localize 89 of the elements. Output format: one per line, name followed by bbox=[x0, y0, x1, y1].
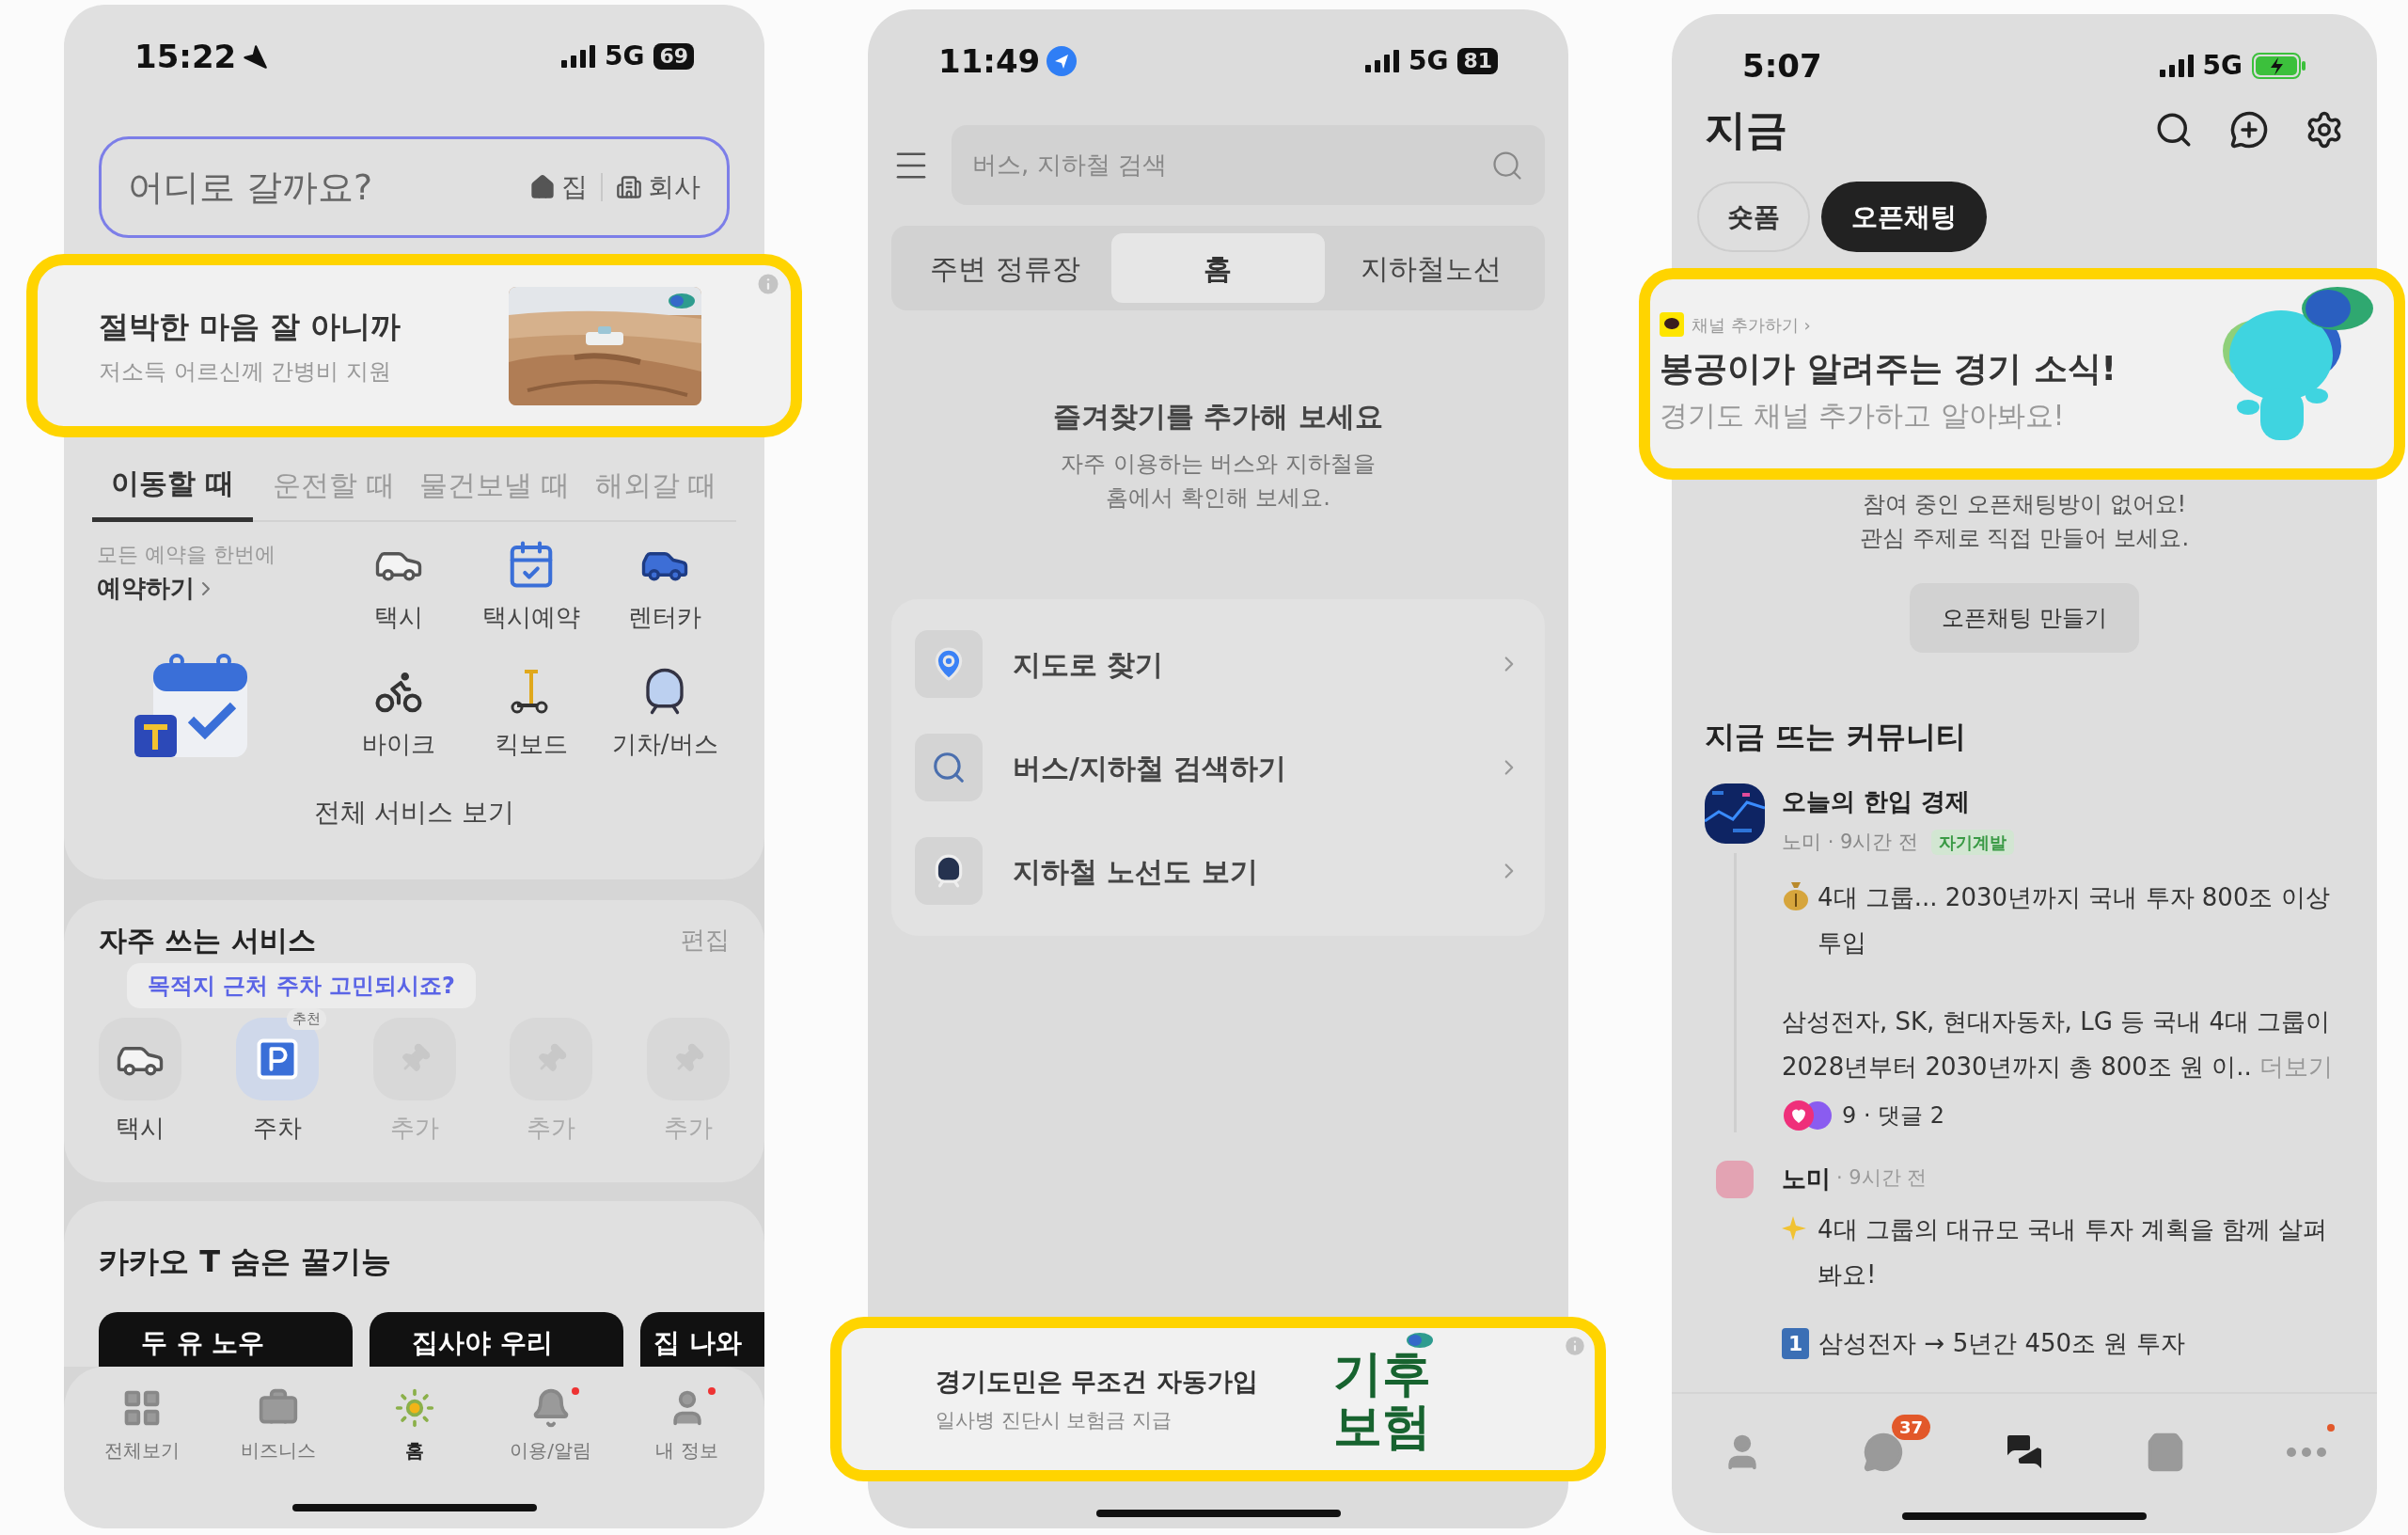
shortcut-button[interactable]: 집 bbox=[529, 167, 588, 207]
service-item[interactable]: 바이크 bbox=[332, 666, 465, 767]
menu-item[interactable]: 지하철 노선도 보기 bbox=[915, 829, 1521, 913]
tooltip: 목적지 근처 주차 고민되시죠? bbox=[127, 963, 476, 1008]
ad-banner[interactable]: 채널 추가하기 › 봉공이가 알려주는 경기 소식! 경기도 채널 추가하고 알아봐요! bbox=[1639, 268, 2405, 480]
signal-icon bbox=[1364, 50, 1399, 72]
magnifier-icon bbox=[931, 750, 967, 785]
sun-icon bbox=[393, 1387, 435, 1429]
ad-title: 봉공이가 알려주는 경기 소식! bbox=[1660, 347, 2117, 389]
post-headline: 4대 그룹... 2030년까지 국내 투자 800조 이상 투입 bbox=[1818, 881, 2331, 958]
ad-banner[interactable]: 경기도민은 무조건 자동가입 일사병 진단시 보험금 지급 기후 보험 bbox=[830, 1317, 1606, 1481]
reply-author: 노미 bbox=[1782, 1163, 1831, 1195]
ad-graphic-text: 기후 보험 bbox=[1332, 1346, 1431, 1452]
ad-badge-icon bbox=[2300, 285, 2375, 332]
all-services-link[interactable]: 전체 서비스 보기 bbox=[313, 793, 515, 832]
network-label: 5G bbox=[1408, 44, 1449, 78]
section-title: 자주 쓰는 서비스 bbox=[99, 923, 316, 958]
signal-icon bbox=[560, 45, 595, 68]
post-meta: 노미 · 9시간 전 bbox=[1782, 830, 1919, 855]
recommend-badge: 추천 bbox=[286, 1008, 326, 1030]
reply-line: 삼성전자 → 5년간 450조 원 투자 bbox=[1818, 1327, 2185, 1359]
battery-indicator: 69 bbox=[653, 43, 694, 70]
ad-badge-icon bbox=[668, 292, 696, 309]
signal-icon bbox=[2159, 55, 2194, 77]
ad-banner[interactable]: 절박한 마음 잘 아니까 저소득 어르신께 간병비 지원 bbox=[26, 254, 802, 437]
menu-item[interactable]: 버스/지하철 검색하기 bbox=[915, 725, 1521, 810]
reply-avatar bbox=[1716, 1160, 1754, 1198]
status-time: 11:49 bbox=[938, 40, 1041, 82]
section-title: 지금 뜨는 커뮤니티 bbox=[1705, 718, 1968, 756]
building-icon bbox=[616, 174, 642, 200]
create-open-chat-button[interactable]: 오픈채팅 만들기 bbox=[1910, 583, 2139, 653]
location-icon bbox=[242, 43, 269, 70]
ad-badge-icon bbox=[1406, 1332, 1434, 1349]
empty-description: 자주 이용하는 버스와 지하철을 홈에서 확인해 보세요. bbox=[1060, 450, 1377, 513]
search-field[interactable]: 어디로 갈까요? 집 회사 bbox=[99, 136, 730, 238]
service-item[interactable]: 기차/버스 bbox=[598, 666, 732, 767]
reaction-count: 9 · 댓글 2 bbox=[1842, 1100, 1945, 1131]
ad-subtitle: 저소득 어르신께 간병비 지원 bbox=[99, 356, 392, 387]
reply-time: · 9시간 전 bbox=[1836, 1165, 1928, 1192]
category-tab[interactable]: 이동할 때 bbox=[92, 449, 254, 522]
reactions-icon bbox=[1782, 1099, 1834, 1131]
tip-card[interactable]: 두 유 노우 bbox=[99, 1312, 353, 1367]
battery-indicator: 81 bbox=[1457, 48, 1498, 74]
tip-card[interactable]: 집 나와 bbox=[640, 1312, 764, 1367]
ad-subtitle: 경기도 채널 추가하고 알아봐요! bbox=[1660, 397, 2066, 434]
service-item[interactable]: 킥보드 bbox=[464, 666, 599, 767]
tab-bar-item[interactable]: 37 bbox=[1836, 1415, 1930, 1490]
empty-description: 참여 중인 오픈채팅방이 없어요! 관심 주제로 직접 만들어 보세요. bbox=[1858, 490, 2191, 553]
ad-title: 경기도민은 무조건 자동가입 bbox=[936, 1365, 1258, 1398]
new-chat-icon[interactable] bbox=[2229, 110, 2269, 150]
ad-title: 절박한 마음 잘 아니까 bbox=[99, 307, 401, 346]
post-body: 삼성전자, SK, 현대자동차, LG 등 국내 4대 그룹이 2028년부터 2030년까지 총 800조 원 이.. 더보기 bbox=[1782, 1005, 2335, 1083]
reserve-link[interactable]: 예약하기 bbox=[97, 570, 217, 607]
home-icon bbox=[529, 174, 556, 200]
network-label: 5G bbox=[2202, 49, 2243, 83]
chat-logo-icon bbox=[1660, 312, 1684, 337]
filter-chip[interactable]: 오픈채팅 bbox=[1821, 182, 1987, 252]
segment-tab[interactable]: 홈 bbox=[1111, 233, 1325, 303]
search-placeholder: 어디로 갈까요? bbox=[128, 165, 373, 210]
chat-bubble-icon bbox=[1863, 1432, 1904, 1473]
money-bag-icon bbox=[1782, 879, 1810, 910]
more-icon bbox=[2286, 1447, 2327, 1458]
section-title: 카카오 T 숨은 꿀기능 bbox=[99, 1242, 393, 1281]
community-name: 오늘의 한입 경제 bbox=[1782, 786, 1972, 817]
search-placeholder: 버스, 지하철 검색 bbox=[972, 150, 1167, 181]
channel-link: 채널 추가하기 › bbox=[1692, 313, 1811, 337]
tab-bar-item[interactable]: 홈 bbox=[357, 1387, 471, 1464]
segment-tab[interactable]: 지하철노선 bbox=[1324, 233, 1537, 303]
network-label: 5G bbox=[604, 40, 645, 73]
reply-text: 4대 그룹의 대규모 국내 투자 계획을 함께 살펴봐요! bbox=[1818, 1213, 2329, 1290]
page-title: 지금 bbox=[1705, 104, 1787, 155]
reserve-caption: 모든 예약을 한번에 bbox=[97, 542, 276, 568]
menu-item[interactable]: 지도로 찾기 bbox=[915, 622, 1521, 706]
category-tag: 자기계발 bbox=[1931, 830, 2015, 856]
segment-tab[interactable]: 주변 정류장 bbox=[899, 233, 1112, 303]
favorite-item[interactable]: 택시 bbox=[99, 1018, 181, 1147]
status-time: 15:22 bbox=[134, 36, 237, 77]
status-time: 5:07 bbox=[1742, 45, 1822, 87]
unread-badge: 37 bbox=[1891, 1415, 1930, 1440]
filter-chip[interactable]: 숏폼 bbox=[1697, 182, 1810, 252]
service-item[interactable]: 렌터카 bbox=[598, 539, 732, 640]
ad-subtitle: 일사병 진단시 보험금 지급 bbox=[936, 1408, 1173, 1433]
empty-title: 즐겨찾기를 추가해 보세요 bbox=[1052, 399, 1384, 435]
service-item[interactable]: 택시예약 bbox=[464, 539, 599, 640]
number-badge: 1 bbox=[1782, 1327, 1810, 1359]
shortcut-button[interactable]: 회사 bbox=[616, 167, 700, 207]
location-icon bbox=[1046, 45, 1078, 77]
tip-card[interactable]: 집사야 우리 bbox=[370, 1312, 623, 1367]
service-item[interactable]: 택시 bbox=[332, 539, 465, 640]
